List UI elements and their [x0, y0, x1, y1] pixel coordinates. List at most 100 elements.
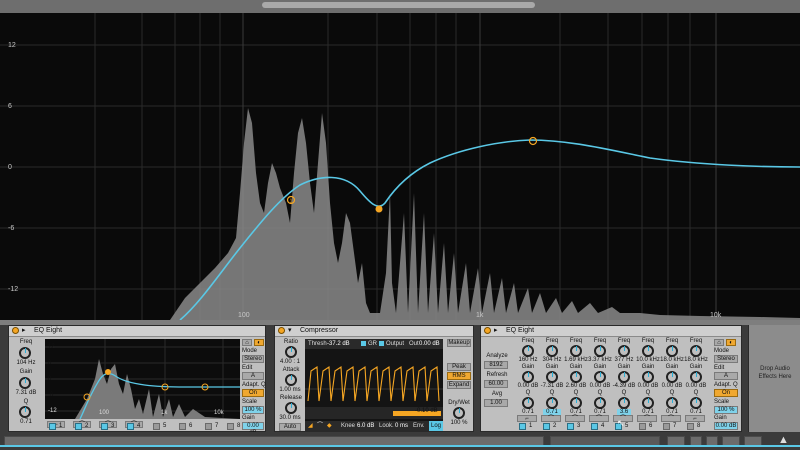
thresh-value[interactable]: -37.2 dB — [327, 339, 350, 349]
device-on-icon[interactable] — [484, 327, 491, 334]
band-gain-knob[interactable] — [618, 371, 630, 383]
edit-select[interactable]: A — [714, 372, 738, 380]
makeup-button[interactable]: Makeup — [447, 339, 471, 347]
band-gain-value[interactable]: -4.39 dB — [611, 383, 637, 389]
mode-select[interactable]: Stereo — [242, 355, 264, 363]
band-q-knob[interactable] — [570, 397, 582, 409]
band-freq-value[interactable]: 377 Hz — [611, 357, 637, 363]
oversample-icon[interactable]: ⌂ — [714, 339, 724, 346]
output-toggle[interactable] — [379, 341, 384, 346]
band-q-knob[interactable] — [594, 397, 606, 409]
band-gain-value[interactable]: 2.60 dB — [563, 383, 589, 389]
band-filter-select[interactable]: ⌐ — [517, 415, 537, 422]
eq-handle-3[interactable] — [528, 136, 538, 146]
band-q-knob[interactable] — [690, 397, 702, 409]
band-filter-select[interactable]: ⌒ — [541, 415, 561, 422]
knee-value[interactable]: 6.0 dB — [357, 421, 374, 431]
band-toggle[interactable] — [205, 423, 212, 430]
band-gain-value[interactable]: 0.00 dB — [659, 383, 685, 389]
avg-field[interactable]: 1.00 — [484, 399, 508, 407]
band-freq-value[interactable]: 18.0 kHz — [659, 357, 685, 363]
band-gain-knob[interactable] — [594, 371, 606, 383]
band-gain-knob[interactable] — [570, 371, 582, 383]
fold-arrow-icon[interactable]: ▸ — [494, 327, 502, 334]
band-toggle[interactable] — [153, 423, 160, 430]
output-gain-field[interactable]: 0.00 dB — [714, 422, 738, 430]
gr-toggle[interactable] — [361, 341, 366, 346]
band-freq-knob[interactable] — [546, 345, 558, 357]
band-filter-select[interactable]: ⌒ — [661, 415, 681, 422]
band-q-knob[interactable] — [546, 397, 558, 409]
refresh-field[interactable]: 60.00 — [484, 380, 508, 388]
sidechain-icon[interactable]: ◢ — [308, 421, 313, 431]
gain-value[interactable]: 7.31 dB — [11, 390, 41, 396]
band-gain-knob[interactable] — [522, 371, 534, 383]
peak-button[interactable]: Peak — [447, 363, 471, 371]
scale-field[interactable]: 100 % — [242, 406, 264, 414]
band-filter-select[interactable]: ⌐ — [685, 415, 705, 422]
overview-scroll-handle[interactable] — [262, 2, 535, 8]
eq-handle-2[interactable] — [375, 205, 383, 213]
audition-icon[interactable]: ◐ — [254, 339, 264, 346]
expand-button[interactable]: Expand — [447, 381, 471, 389]
rms-button[interactable]: RMS — [447, 372, 471, 380]
band-filter-select[interactable]: ⌒ — [589, 415, 609, 422]
device-on-icon[interactable] — [12, 327, 19, 334]
freq-knob[interactable] — [19, 347, 31, 359]
release-knob[interactable] — [285, 402, 297, 414]
band-toggle[interactable] — [227, 423, 234, 430]
ratio-value[interactable]: 4.00 : 1 — [275, 359, 305, 365]
fold-arrow-icon[interactable]: ▸ — [22, 327, 30, 334]
band-toggle[interactable] — [127, 423, 134, 430]
env-value[interactable]: Log — [429, 421, 444, 431]
band-toggle[interactable] — [639, 423, 646, 430]
band-toggle[interactable] — [75, 423, 82, 430]
spectrum-display[interactable]: 1 12 6 0 -6 -12 100 1k 10k — [0, 13, 800, 320]
band-q-knob[interactable] — [666, 397, 678, 409]
attack-knob[interactable] — [285, 374, 297, 386]
band-toggle[interactable] — [519, 423, 526, 430]
drywet-knob[interactable] — [453, 407, 465, 419]
band-freq-value[interactable]: 10.0 kHz — [635, 357, 661, 363]
curve-icon[interactable]: ⌒ — [317, 421, 323, 431]
band-freq-value[interactable]: 3.37 kHz — [587, 357, 613, 363]
q-value[interactable]: 0.71 — [11, 419, 41, 425]
band-gain-value[interactable]: 0.00 dB — [683, 383, 709, 389]
band-q-knob[interactable] — [522, 397, 534, 409]
band-freq-knob[interactable] — [594, 345, 606, 357]
band-gain-knob[interactable] — [666, 371, 678, 383]
device-on-icon[interactable] — [278, 327, 285, 334]
band-freq-knob[interactable] — [618, 345, 630, 357]
block-size-select[interactable]: 8192 — [484, 361, 508, 369]
device-title-bar[interactable]: ▾ Compressor — [275, 326, 473, 337]
band-freq-value[interactable]: 18.0 kHz — [683, 357, 709, 363]
band-toggle[interactable] — [49, 423, 56, 430]
band-toggle[interactable] — [663, 423, 670, 430]
mode-select[interactable]: Stereo — [714, 355, 738, 363]
device-title-bar[interactable]: ▸ EQ Eight — [9, 326, 265, 337]
q-knob[interactable] — [19, 406, 31, 418]
band-gain-knob[interactable] — [690, 371, 702, 383]
release-value[interactable]: 30.0 ms — [275, 415, 305, 421]
band-gain-knob[interactable] — [546, 371, 558, 383]
edit-select[interactable]: A — [242, 372, 264, 380]
band-freq-knob[interactable] — [570, 345, 582, 357]
band-q-knob[interactable] — [618, 397, 630, 409]
scale-field[interactable]: 100 % — [714, 406, 738, 414]
band-filter-select[interactable]: ⌒ — [637, 415, 657, 422]
band-toggle[interactable] — [591, 423, 598, 430]
band-filter-select[interactable]: ⌒ — [565, 415, 585, 422]
band-toggle[interactable] — [543, 423, 550, 430]
band-freq-value[interactable]: 160 Hz — [515, 357, 541, 363]
adapt-q-toggle[interactable]: On — [242, 389, 264, 397]
compressor-display[interactable]: Thresh -37.2 dB GR Output Out 0.00 dB -0… — [305, 339, 444, 431]
drywet-value[interactable]: 100 % — [445, 420, 473, 426]
freq-value[interactable]: 104 Hz — [11, 360, 41, 366]
band-freq-knob[interactable] — [642, 345, 654, 357]
band-q-knob[interactable] — [642, 397, 654, 409]
band-toggle[interactable] — [179, 423, 186, 430]
attack-value[interactable]: 1.00 ms — [275, 387, 305, 393]
output-gain-field[interactable]: 0.00 dB — [242, 422, 264, 436]
band-gain-value[interactable]: 0.00 dB — [587, 383, 613, 389]
out-value[interactable]: 0.00 dB — [419, 339, 440, 349]
